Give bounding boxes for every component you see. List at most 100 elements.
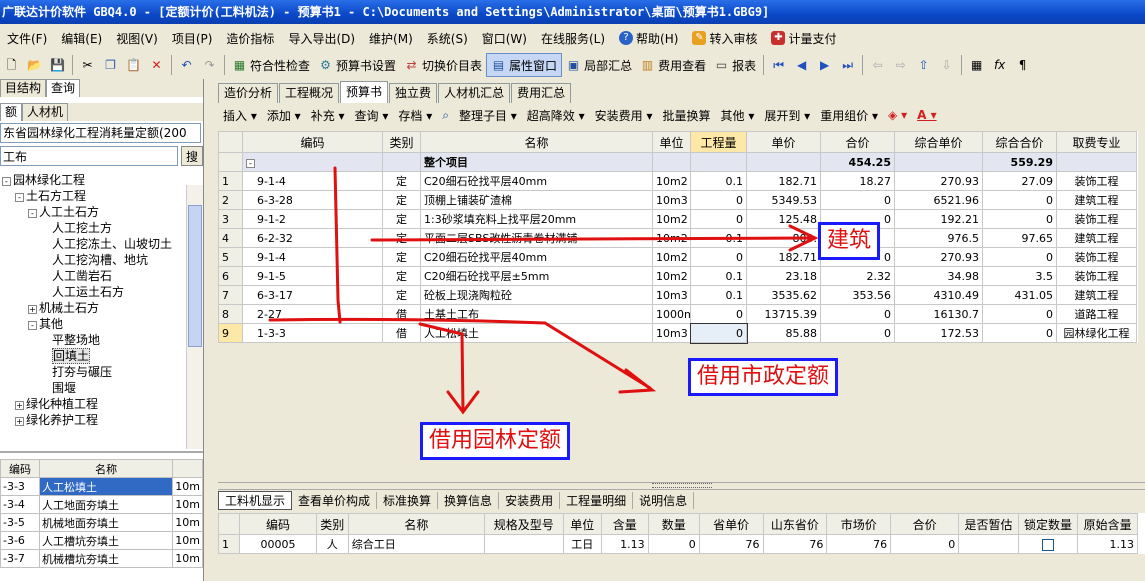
- paste-button[interactable]: 📋: [122, 54, 145, 76]
- grid-cell[interactable]: 10m3: [652, 285, 691, 305]
- batch-convert-button[interactable]: 批量换算: [657, 107, 715, 124]
- grid-header-cell[interactable]: 取费专业: [1056, 131, 1137, 153]
- grid-cell[interactable]: 土基土工布: [420, 304, 653, 324]
- grid-cell[interactable]: 9-1-4: [242, 171, 383, 191]
- grid-cell[interactable]: 0.1: [690, 285, 747, 305]
- grid-row[interactable]: 6 9-1-5 定 C20细石砼找平层±5mm 10m2 0.1 23.18 2.32 34.9…: [218, 266, 1137, 286]
- organize-button[interactable]: 整理子目 ▾: [454, 107, 522, 124]
- grid-cell[interactable]: 定: [382, 209, 421, 229]
- labor-header-cell[interactable]: 单位: [562, 513, 602, 535]
- grid-row[interactable]: 5 9-1-4 定 C20细石砼找平层40mm 10m2 0 182.71 0 270.93 0 装…: [218, 247, 1137, 267]
- grid-cell[interactable]: 8: [218, 304, 243, 324]
- grid-cell[interactable]: 4310.49: [894, 285, 983, 305]
- tree-node[interactable]: + 机械土石方: [0, 300, 203, 316]
- grid-cell[interactable]: 9-1-5: [242, 266, 383, 286]
- tree-scrollbar[interactable]: [186, 185, 203, 449]
- tab-unit-price-composition[interactable]: 查看单价构成: [292, 491, 378, 509]
- report-button[interactable]: ▭ 报表: [710, 54, 760, 76]
- labor-cell[interactable]: 0: [890, 534, 960, 554]
- local-summary-button[interactable]: ▣ 局部汇总: [562, 54, 636, 76]
- install-fee-button[interactable]: 安装费用 ▾: [590, 107, 658, 124]
- grid-cell[interactable]: 18.27: [820, 171, 895, 191]
- tree-node[interactable]: + 绿化养护工程: [0, 412, 203, 428]
- search-button[interactable]: 搜: [181, 146, 203, 166]
- grid-header-cell[interactable]: 综合合价: [982, 131, 1057, 153]
- grid-cell[interactable]: 97.65: [982, 228, 1057, 248]
- tree-node[interactable]: 人工挖冻土、山坡切土: [0, 236, 203, 252]
- labor-cell[interactable]: 1: [217, 534, 241, 554]
- grid-cell[interactable]: 10m2: [652, 228, 691, 248]
- tab-standard-convert[interactable]: 标准换算: [377, 491, 439, 509]
- tree-node[interactable]: 人工运土石方: [0, 284, 203, 300]
- add-button[interactable]: 添加 ▾: [262, 107, 306, 124]
- grid-cell[interactable]: 85.88: [746, 323, 821, 343]
- labor-row[interactable]: 1 00005 人综合工日 工日 1.13 0 76 76 76 0 1.13: [217, 534, 1138, 554]
- grid-header-cell[interactable]: 综合单价: [894, 131, 983, 153]
- grid-cell[interactable]: 0: [690, 190, 747, 210]
- grid-cell[interactable]: 园林绿化工程: [1056, 323, 1137, 343]
- grid-cell[interactable]: 270.93: [894, 247, 983, 267]
- reuse-price-button[interactable]: 重用组价 ▾: [815, 107, 883, 124]
- tab-convert-info[interactable]: 换算信息: [438, 491, 500, 509]
- grid-cell[interactable]: 定: [382, 266, 421, 286]
- last-button[interactable]: ⏭: [836, 54, 859, 76]
- menu-view[interactable]: 视图(V): [109, 30, 165, 47]
- fee-view-button[interactable]: ▥ 费用查看: [636, 54, 710, 76]
- grid-cell[interactable]: 定: [382, 285, 421, 305]
- grid-cell[interactable]: 0: [982, 323, 1057, 343]
- labor-header-cell[interactable]: 类别: [315, 513, 349, 535]
- labor-header-cell[interactable]: 山东省价: [762, 513, 828, 535]
- grid-cell[interactable]: 建筑工程: [1056, 228, 1137, 248]
- tab-independent-fee[interactable]: 独立费: [389, 83, 438, 103]
- tab-quantity-detail[interactable]: 工程量明细: [560, 491, 634, 509]
- menu-cost-index[interactable]: 造价指标: [219, 30, 281, 47]
- labor-header-cell[interactable]: 数量: [647, 513, 700, 535]
- list-item[interactable]: -3-7 机械槽坑夯填土 10m: [0, 549, 203, 568]
- grid-cell[interactable]: 34.98: [894, 266, 983, 286]
- grid-cell[interactable]: 4: [218, 228, 243, 248]
- calculator-button[interactable]: ▦: [965, 54, 988, 76]
- grid-cell[interactable]: 16130.7: [894, 304, 983, 324]
- open-button[interactable]: 📂: [23, 54, 46, 76]
- labor-cell[interactable]: 76: [826, 534, 892, 554]
- grid-cell[interactable]: 0: [982, 304, 1057, 324]
- font-color-icon[interactable]: A ▾: [912, 108, 942, 122]
- expand-to-button[interactable]: 展开到 ▾: [759, 107, 815, 124]
- labor-cell[interactable]: 76: [762, 534, 828, 554]
- grid-header-cell[interactable]: 名称: [420, 131, 653, 153]
- labor-cell[interactable]: 工日: [562, 534, 602, 554]
- grid-cell[interactable]: 人工松填土: [420, 323, 653, 343]
- grid-cell[interactable]: 0: [820, 304, 895, 324]
- tree-node[interactable]: 回填土: [0, 348, 203, 364]
- tab-fee-summary[interactable]: 费用汇总: [511, 83, 572, 103]
- tab-labor-display[interactable]: 工料机显示: [218, 490, 293, 510]
- grid-cell[interactable]: 定: [382, 190, 421, 210]
- grid-cell[interactable]: 0: [689, 322, 748, 344]
- grid-cell[interactable]: 定: [382, 228, 421, 248]
- grid-cell[interactable]: 6-3-17: [242, 285, 383, 305]
- grid-cell[interactable]: 3535.62: [746, 285, 821, 305]
- grid-cell[interactable]: 0.1: [690, 228, 747, 248]
- grid-cell[interactable]: 10m2: [652, 247, 691, 267]
- grid-header-cell[interactable]: 编码: [242, 131, 383, 153]
- grid-cell[interactable]: 定: [382, 247, 421, 267]
- grid-cell[interactable]: 2: [218, 190, 243, 210]
- labor-header-cell[interactable]: 市场价: [826, 513, 892, 535]
- labor-header-cell[interactable]: 原始含量: [1077, 513, 1138, 535]
- grid-cell[interactable]: 800.: [746, 228, 821, 248]
- tab-structure[interactable]: 目结构: [0, 79, 47, 97]
- formula-button[interactable]: fx: [988, 54, 1011, 76]
- list-item[interactable]: -3-3 人工松填土 10m: [0, 477, 203, 496]
- attribute-window-button[interactable]: ▤ 属性窗口: [486, 53, 563, 77]
- labor-header-cell[interactable]: 锁定数量: [1017, 513, 1079, 535]
- grid-cell[interactable]: C20细石砼找平层40mm: [420, 247, 653, 267]
- grid-cell[interactable]: 6-3-28: [242, 190, 383, 210]
- labor-cell[interactable]: [1017, 534, 1079, 554]
- expand-icon[interactable]: +: [15, 401, 24, 410]
- cut-button[interactable]: ✂: [76, 54, 99, 76]
- grid-cell[interactable]: 0: [690, 209, 747, 229]
- grid-cell[interactable]: 顶棚上铺装矿渣棉: [420, 190, 653, 210]
- archive-button[interactable]: 存档 ▾: [393, 107, 437, 124]
- labor-header-cell[interactable]: 是否暂估: [958, 513, 1019, 535]
- grid-cell[interactable]: 172.53: [894, 323, 983, 343]
